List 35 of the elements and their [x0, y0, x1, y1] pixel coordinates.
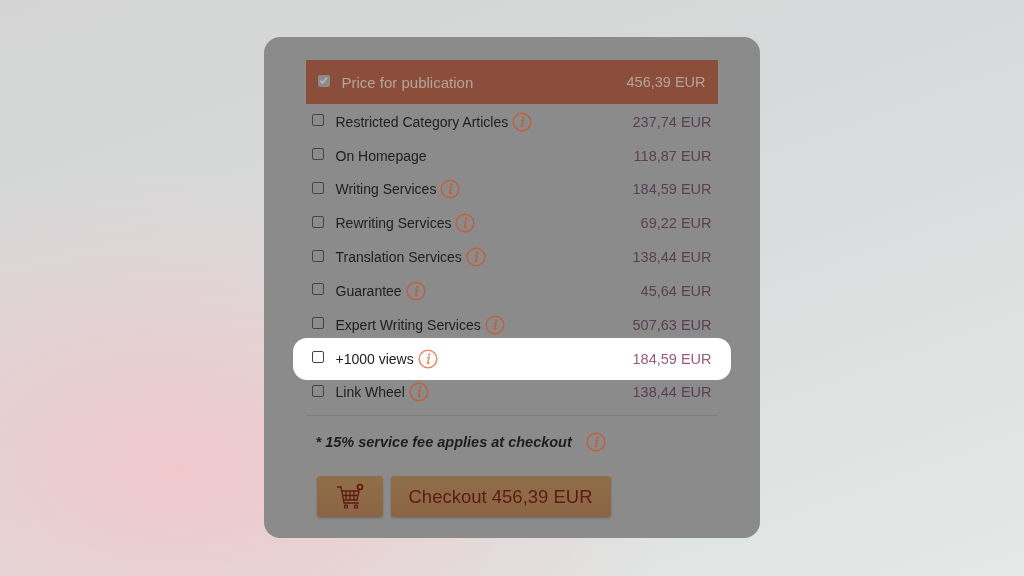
option-price: 118,87 EUR [633, 147, 712, 164]
option-label: Expert Writing Services [335, 316, 481, 333]
option-price: 237,74 EUR [632, 113, 712, 130]
cart-plus-icon [334, 481, 365, 512]
checkbox[interactable] [317, 74, 330, 87]
option-label: On Homepage [335, 147, 427, 164]
checkbox[interactable] [311, 182, 324, 194]
checkout-button[interactable]: Checkout 456,39 EUR [390, 476, 611, 518]
checkbox[interactable] [311, 384, 324, 397]
checkbox[interactable] [311, 351, 324, 364]
option-label: +1000 views [335, 350, 414, 367]
option-price: 45,64 EUR [640, 282, 712, 299]
option-price: 507,63 EUR [632, 316, 712, 333]
checkbox[interactable] [311, 283, 324, 296]
option-label: Price for publication [341, 73, 474, 91]
option-label: Restricted Category Articles [335, 113, 509, 130]
checkbox[interactable] [311, 249, 324, 262]
option-label: Guarantee [335, 282, 402, 299]
checkbox[interactable] [311, 215, 324, 228]
checkbox[interactable] [311, 114, 324, 127]
info-icon[interactable] [417, 348, 438, 369]
checkbox[interactable] [311, 317, 324, 330]
option-label: Writing Services [335, 181, 437, 198]
add-to-cart-button[interactable] [316, 476, 383, 518]
service-fee-note: * 15% service fee applies at checkout [315, 434, 572, 451]
option-label: Link Wheel [335, 384, 405, 401]
option-price: 184,59 EUR [632, 181, 712, 198]
checkbox[interactable] [311, 148, 324, 161]
option-price: 69,22 EUR [640, 215, 712, 232]
option-label: Translation Services [335, 249, 462, 266]
option-price: 138,44 EUR [632, 384, 712, 401]
option-price: 138,44 EUR [632, 249, 712, 266]
option-label: Rewriting Services [335, 215, 452, 232]
option-price: 456,39 EUR [626, 74, 706, 90]
option-price: 184,59 EUR [632, 350, 712, 367]
